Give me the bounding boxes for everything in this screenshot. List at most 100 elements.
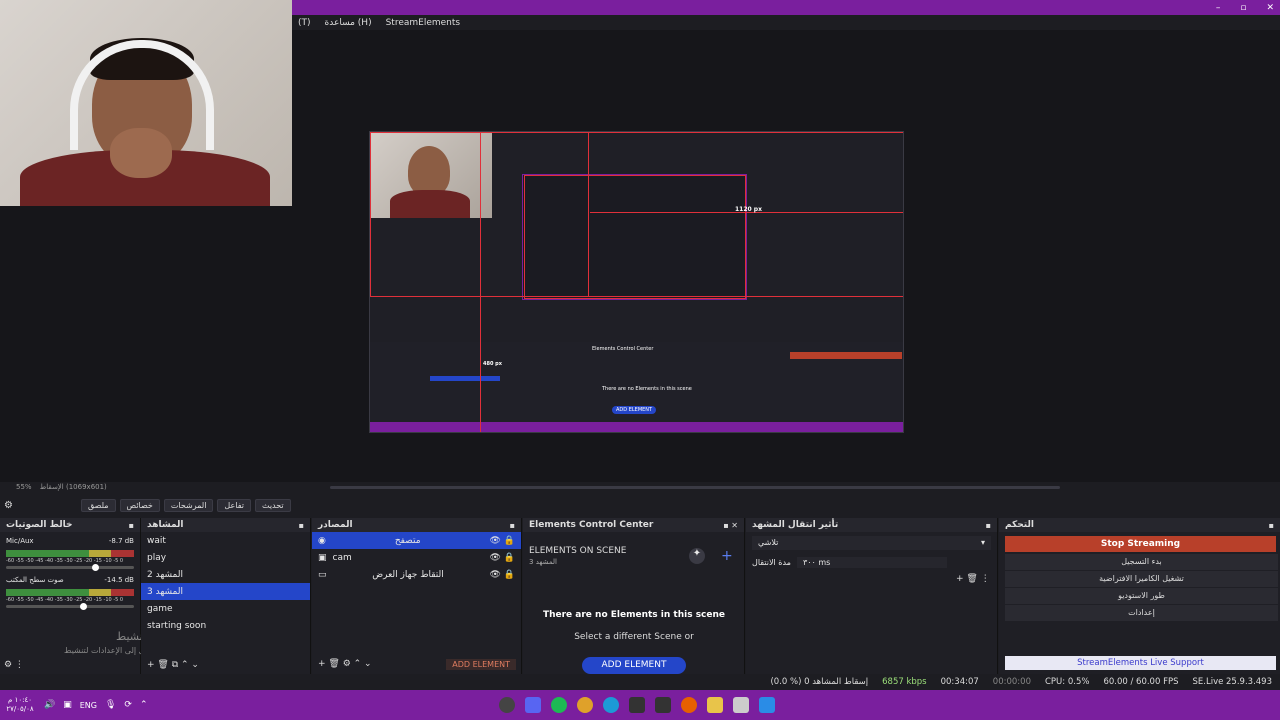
measure-label-width: 1120 px — [735, 206, 762, 213]
scenes-header: المشاهد ▪ — [141, 518, 310, 532]
menu-icon[interactable]: ▪ — [129, 521, 134, 530]
fps: 60.00 / 60.00 FPS — [1103, 677, 1179, 687]
clapper-app-icon[interactable] — [655, 697, 671, 713]
maximize-icon[interactable]: ▫ — [1240, 3, 1246, 13]
menu-streamelements[interactable]: StreamElements — [386, 18, 461, 28]
scene-item[interactable]: play — [141, 549, 310, 566]
duration-label: مدة الانتقال — [752, 558, 791, 567]
taskbar-clock[interactable]: ١٠:٤٠ م ٢٧/٠٥/٠٨ — [0, 696, 40, 714]
chevron-down-icon: ▾ — [980, 538, 985, 547]
guide-vertical-2 — [588, 132, 589, 297]
transition-select[interactable]: تلاشي ▾ — [752, 536, 991, 550]
spotify-app-icon[interactable] — [551, 697, 567, 713]
person-hand — [110, 128, 172, 178]
nested-scene-selected — [430, 376, 500, 381]
magic-icon[interactable]: ✦ — [689, 548, 705, 564]
preview-canvas[interactable]: Elements Control Center There are no Ele… — [369, 131, 904, 433]
volume-icon[interactable]: 🔊 — [44, 700, 55, 710]
menu-icon[interactable]: ▪ — [1269, 521, 1274, 530]
chrome-app-icon[interactable] — [577, 697, 593, 713]
guide-vertical — [480, 132, 481, 432]
clock-time: ١٠:٤٠ م — [8, 696, 32, 704]
transition-actions[interactable]: + 🗑 ⋮ — [956, 574, 990, 584]
live-support-button[interactable]: StreamElements Live Support — [1005, 656, 1276, 670]
live-time: 00:34:07 — [940, 677, 979, 687]
transition-value: تلاشي — [758, 538, 779, 547]
app-icon[interactable] — [629, 697, 645, 713]
nested-stop-streaming — [790, 352, 902, 359]
visibility-icon[interactable]: 👁 🔒 — [490, 553, 516, 563]
gear-icon[interactable]: ⚙ — [4, 500, 13, 511]
studio-mode-button[interactable]: طور الاستوديو — [1005, 588, 1278, 604]
volume-meter — [6, 589, 134, 596]
minimize-icon[interactable]: – — [1216, 3, 1221, 13]
mic-icon[interactable]: 🎙 — [105, 700, 116, 710]
scene-item[interactable]: wait — [141, 532, 310, 549]
sources-header: المصادر ▪ — [312, 518, 521, 532]
stop-streaming-button[interactable]: Stop Streaming — [1005, 536, 1276, 552]
window-app-icon[interactable] — [733, 697, 749, 713]
source-item-selected[interactable]: ◉ متصفح 👁 🔒 — [312, 532, 521, 549]
properties-button[interactable]: خصائص — [119, 498, 160, 512]
scene-item[interactable]: المشهد 2 — [141, 566, 310, 583]
add-element-button[interactable]: ADD ELEMENT — [446, 659, 516, 670]
visibility-icon[interactable]: 👁 🔒 — [489, 536, 515, 546]
virtual-camera-button[interactable]: تشغيل الكاميرا الافتراضية — [1005, 571, 1278, 587]
volume-slider[interactable] — [6, 564, 134, 571]
tray-expand-icon[interactable]: ⌃ — [140, 700, 148, 710]
menu-icon[interactable]: ▪ — [510, 521, 515, 530]
preview-scrollbar[interactable] — [330, 486, 1060, 489]
start-icon[interactable] — [759, 697, 775, 713]
display-icon: ▭ — [318, 569, 327, 580]
duration-input[interactable]: ٣٠٠ ms — [796, 557, 947, 568]
start-recording-button[interactable]: بدء التسجيل — [1005, 554, 1278, 570]
slider-handle[interactable] — [80, 603, 87, 610]
visibility-icon[interactable]: 👁 🔒 — [489, 570, 515, 580]
filters-button[interactable]: المرشحات — [163, 498, 214, 512]
controls-dock: التحكم ▪ Stop Streaming بدء التسجيل تشغيل… — [999, 518, 1280, 674]
menu-frag[interactable]: (T) — [298, 18, 311, 28]
add-icon[interactable]: + — [721, 548, 733, 564]
interact-button[interactable]: تفاعل — [217, 498, 251, 512]
volume-slider[interactable] — [6, 603, 134, 610]
source-item[interactable]: ▭ التقاط جهاز العرض 👁 🔒 — [312, 566, 521, 583]
controls-header: التحكم ▪ — [999, 518, 1280, 532]
screen-icon[interactable]: ▣ — [63, 700, 72, 710]
paste-button[interactable]: ملصق — [80, 498, 116, 512]
menu-help[interactable]: مساعدة (H) — [325, 18, 372, 28]
source-name: cam — [332, 552, 352, 563]
version: SE.Live 25.9.3.493 — [1192, 677, 1273, 687]
refresh-button[interactable]: تحديث — [254, 498, 291, 512]
ecc-add-element-button[interactable]: ADD ELEMENT — [582, 657, 686, 674]
slider-handle[interactable] — [92, 564, 99, 571]
scene-item[interactable]: game — [141, 600, 310, 617]
obs-app-icon[interactable] — [499, 697, 515, 713]
source-name: متصفح — [394, 535, 421, 546]
source-item[interactable]: ▣ cam 👁 🔒 — [312, 549, 521, 566]
folder-app-icon[interactable] — [707, 697, 723, 713]
clock-date: ٢٧/٠٥/٠٨ — [6, 705, 34, 713]
discord-app-icon[interactable] — [525, 697, 541, 713]
firefox-app-icon[interactable] — [681, 697, 697, 713]
scenes-dock: المشاهد ▪ wait play المشهد 2 المشهد 3 gam… — [141, 518, 311, 674]
mixer-track-desktop: صوت سطح المكتب -14.5 dB — [0, 571, 140, 588]
measure-label-height: 480 px — [483, 361, 502, 367]
zoom-hint: الإسقاط (1069x601) — [39, 483, 107, 491]
menu-icon[interactable]: ▪ — [299, 521, 304, 530]
settings-button[interactable]: إعدادات — [1005, 605, 1278, 621]
obs-tray-icon[interactable]: ⟳ — [124, 700, 132, 710]
zoom-level[interactable]: 55% — [16, 483, 32, 491]
edge-app-icon[interactable] — [603, 697, 619, 713]
webcam-feed — [0, 0, 292, 206]
scene-item[interactable]: starting soon — [141, 617, 310, 634]
taskbar: ١٠:٤٠ م ٢٧/٠٥/٠٨ 🔊 ▣ ENG 🎙 ⟳ ⌃ — [0, 690, 1280, 720]
language-indicator[interactable]: ENG — [80, 701, 97, 710]
scene-item-selected[interactable]: المشهد 3 — [141, 583, 310, 600]
close-icon[interactable]: ✕ — [1266, 3, 1274, 13]
nested-add-element: ADD ELEMENT — [612, 406, 657, 414]
source-actions[interactable]: + 🗑 ⚙ ⌃ ⌄ — [318, 659, 372, 670]
close-icon[interactable]: ▪ ✕ — [723, 521, 738, 530]
menu-icon[interactable]: ▪ — [986, 521, 991, 530]
transitions-header: تأثير انتقال المشهد ▪ — [746, 518, 997, 532]
ecc-header: Elements Control Center ▪ ✕ — [523, 518, 744, 532]
